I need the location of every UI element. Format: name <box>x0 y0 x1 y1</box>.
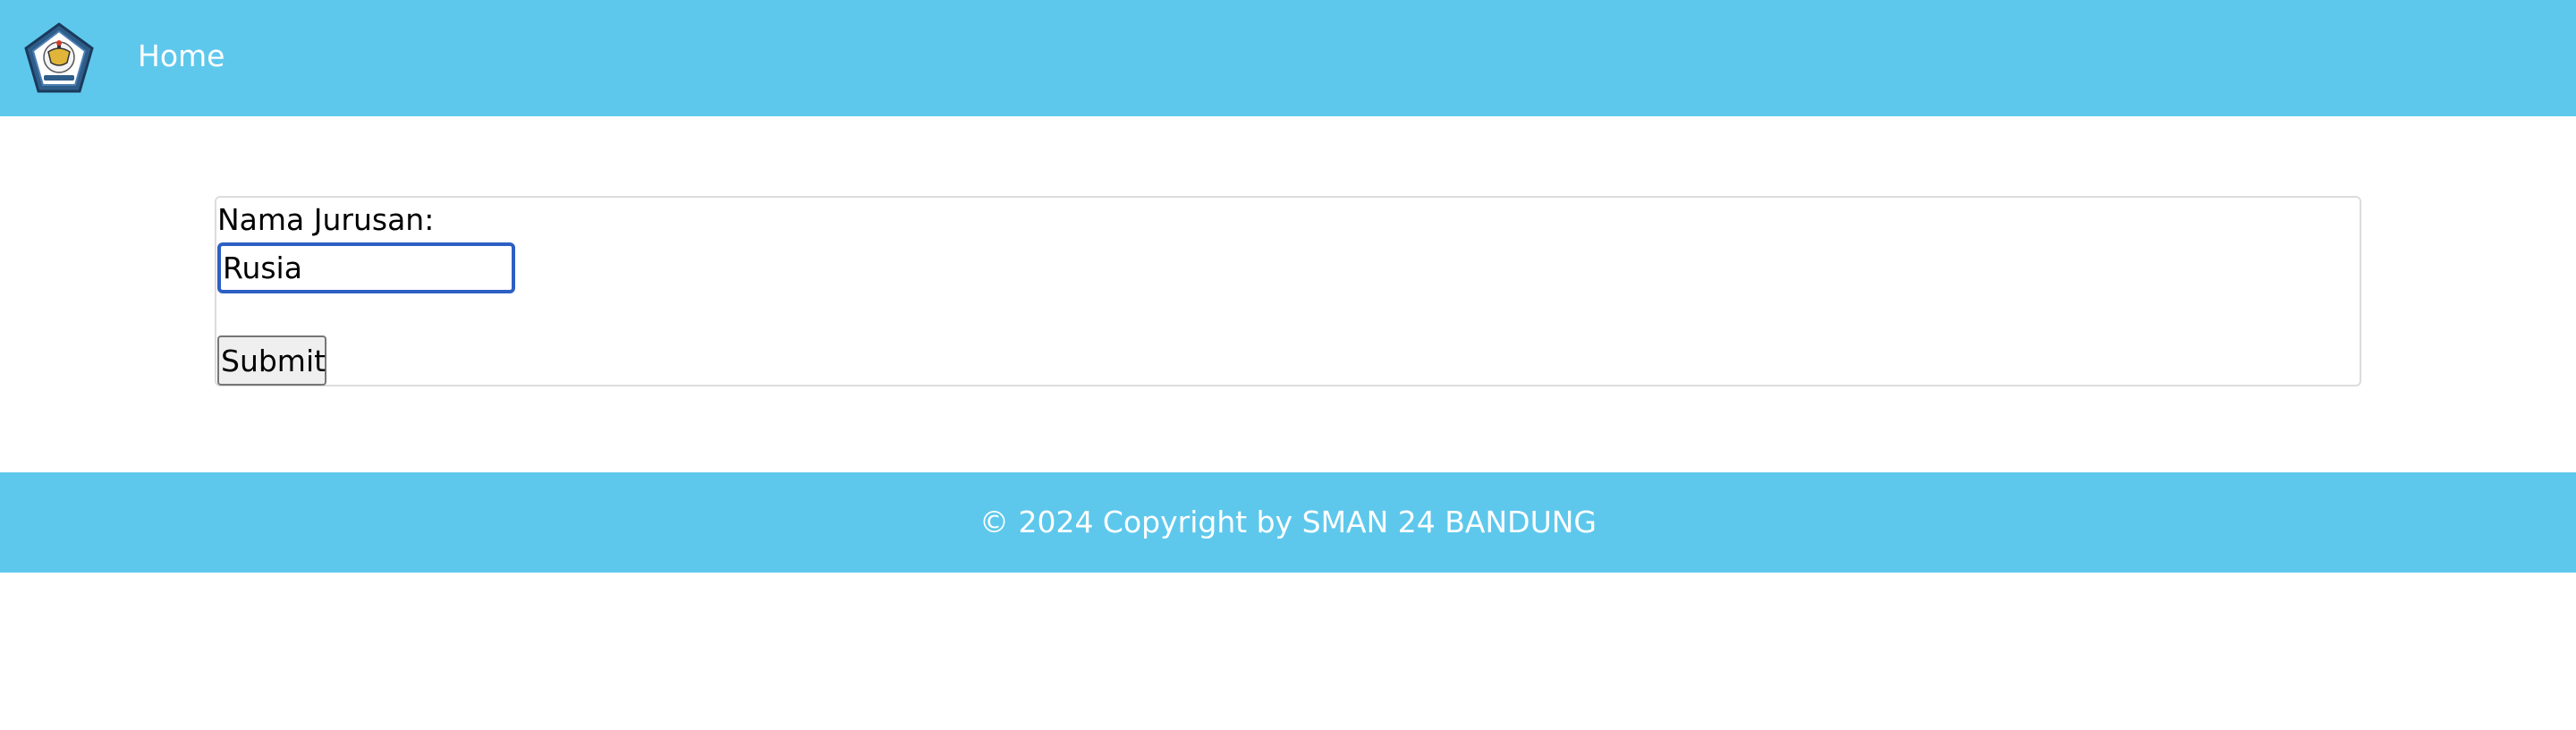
submit-button[interactable]: Submit <box>217 335 326 386</box>
nav-home-link[interactable]: Home <box>138 36 225 77</box>
nama-jurusan-input[interactable] <box>217 242 515 293</box>
jurusan-form: Nama Jurusan: Submit <box>215 196 2361 386</box>
school-logo-icon[interactable] <box>22 21 96 95</box>
footer-copyright-text: © 2024 Copyright by SMAN 24 BANDUNG <box>979 505 1597 539</box>
navbar: Home <box>0 0 2576 116</box>
footer: © 2024 Copyright by SMAN 24 BANDUNG <box>0 472 2576 573</box>
nama-jurusan-label: Nama Jurusan: <box>217 202 435 237</box>
